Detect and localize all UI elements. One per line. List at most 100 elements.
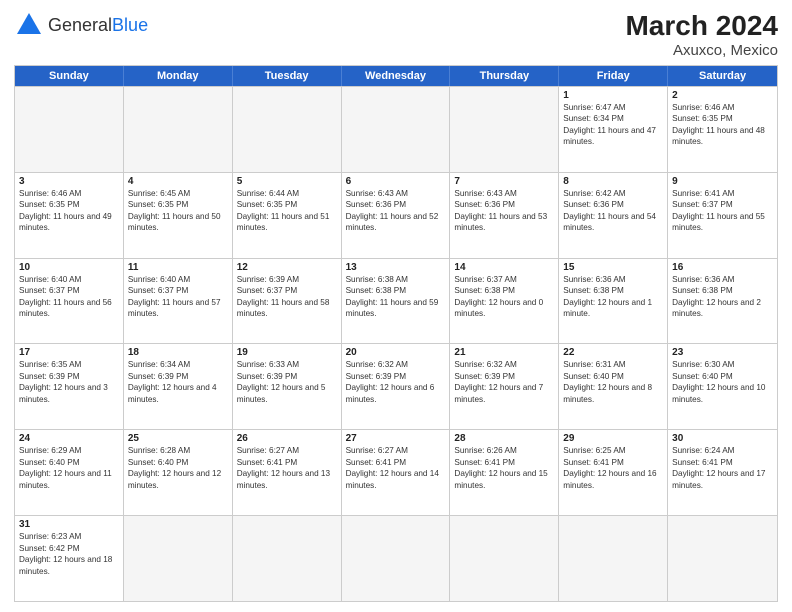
calendar-header-cell: Wednesday (342, 66, 451, 86)
calendar-cell: 27Sunrise: 6:27 AMSunset: 6:41 PMDayligh… (342, 430, 451, 515)
day-number: 11 (128, 262, 228, 273)
day-number: 9 (672, 176, 773, 187)
calendar-cell: 30Sunrise: 6:24 AMSunset: 6:41 PMDayligh… (668, 430, 777, 515)
sun-info: Sunrise: 6:33 AMSunset: 6:39 PMDaylight:… (237, 359, 337, 405)
day-number: 14 (454, 262, 554, 273)
day-number: 28 (454, 433, 554, 444)
sun-info: Sunrise: 6:40 AMSunset: 6:37 PMDaylight:… (19, 274, 119, 320)
calendar-header-cell: Thursday (450, 66, 559, 86)
sun-info: Sunrise: 6:28 AMSunset: 6:40 PMDaylight:… (128, 445, 228, 491)
calendar-cell (668, 516, 777, 601)
sun-info: Sunrise: 6:46 AMSunset: 6:35 PMDaylight:… (672, 102, 773, 148)
sun-info: Sunrise: 6:46 AMSunset: 6:35 PMDaylight:… (19, 188, 119, 234)
sun-info: Sunrise: 6:43 AMSunset: 6:36 PMDaylight:… (454, 188, 554, 234)
sun-info: Sunrise: 6:47 AMSunset: 6:34 PMDaylight:… (563, 102, 663, 148)
day-number: 20 (346, 347, 446, 358)
logo: GeneralBlue (14, 10, 148, 40)
day-number: 25 (128, 433, 228, 444)
day-number: 3 (19, 176, 119, 187)
calendar-cell (450, 516, 559, 601)
calendar-cell: 28Sunrise: 6:26 AMSunset: 6:41 PMDayligh… (450, 430, 559, 515)
sun-info: Sunrise: 6:27 AMSunset: 6:41 PMDaylight:… (346, 445, 446, 491)
calendar-cell: 9Sunrise: 6:41 AMSunset: 6:37 PMDaylight… (668, 173, 777, 258)
calendar-cell: 26Sunrise: 6:27 AMSunset: 6:41 PMDayligh… (233, 430, 342, 515)
sun-info: Sunrise: 6:27 AMSunset: 6:41 PMDaylight:… (237, 445, 337, 491)
day-number: 17 (19, 347, 119, 358)
calendar-body: 1Sunrise: 6:47 AMSunset: 6:34 PMDaylight… (15, 86, 777, 601)
sun-info: Sunrise: 6:44 AMSunset: 6:35 PMDaylight:… (237, 188, 337, 234)
calendar-row: 3Sunrise: 6:46 AMSunset: 6:35 PMDaylight… (15, 172, 777, 258)
day-number: 29 (563, 433, 663, 444)
calendar-cell: 16Sunrise: 6:36 AMSunset: 6:38 PMDayligh… (668, 259, 777, 344)
day-number: 16 (672, 262, 773, 273)
calendar-row: 31Sunrise: 6:23 AMSunset: 6:42 PMDayligh… (15, 515, 777, 601)
sun-info: Sunrise: 6:32 AMSunset: 6:39 PMDaylight:… (454, 359, 554, 405)
sun-info: Sunrise: 6:31 AMSunset: 6:40 PMDaylight:… (563, 359, 663, 405)
sun-info: Sunrise: 6:37 AMSunset: 6:38 PMDaylight:… (454, 274, 554, 320)
sun-info: Sunrise: 6:29 AMSunset: 6:40 PMDaylight:… (19, 445, 119, 491)
calendar-cell: 25Sunrise: 6:28 AMSunset: 6:40 PMDayligh… (124, 430, 233, 515)
calendar-cell (124, 516, 233, 601)
calendar-row: 24Sunrise: 6:29 AMSunset: 6:40 PMDayligh… (15, 429, 777, 515)
day-number: 23 (672, 347, 773, 358)
day-number: 13 (346, 262, 446, 273)
calendar-cell: 1Sunrise: 6:47 AMSunset: 6:34 PMDaylight… (559, 87, 668, 172)
day-number: 24 (19, 433, 119, 444)
sun-info: Sunrise: 6:45 AMSunset: 6:35 PMDaylight:… (128, 188, 228, 234)
calendar-header-cell: Saturday (668, 66, 777, 86)
day-number: 27 (346, 433, 446, 444)
day-number: 8 (563, 176, 663, 187)
calendar-row: 10Sunrise: 6:40 AMSunset: 6:37 PMDayligh… (15, 258, 777, 344)
calendar-header-cell: Monday (124, 66, 233, 86)
logo-blue: Blue (112, 15, 148, 35)
sun-info: Sunrise: 6:38 AMSunset: 6:38 PMDaylight:… (346, 274, 446, 320)
title-block: March 2024 Axuxco, Mexico (625, 10, 778, 59)
day-number: 7 (454, 176, 554, 187)
calendar-cell: 20Sunrise: 6:32 AMSunset: 6:39 PMDayligh… (342, 344, 451, 429)
calendar-cell: 2Sunrise: 6:46 AMSunset: 6:35 PMDaylight… (668, 87, 777, 172)
calendar-cell: 24Sunrise: 6:29 AMSunset: 6:40 PMDayligh… (15, 430, 124, 515)
day-number: 22 (563, 347, 663, 358)
sun-info: Sunrise: 6:42 AMSunset: 6:36 PMDaylight:… (563, 188, 663, 234)
calendar-cell: 18Sunrise: 6:34 AMSunset: 6:39 PMDayligh… (124, 344, 233, 429)
calendar-cell: 29Sunrise: 6:25 AMSunset: 6:41 PMDayligh… (559, 430, 668, 515)
sun-info: Sunrise: 6:23 AMSunset: 6:42 PMDaylight:… (19, 531, 119, 577)
sun-info: Sunrise: 6:30 AMSunset: 6:40 PMDaylight:… (672, 359, 773, 405)
calendar-cell: 12Sunrise: 6:39 AMSunset: 6:37 PMDayligh… (233, 259, 342, 344)
day-number: 2 (672, 90, 773, 101)
calendar-cell: 31Sunrise: 6:23 AMSunset: 6:42 PMDayligh… (15, 516, 124, 601)
calendar-cell: 19Sunrise: 6:33 AMSunset: 6:39 PMDayligh… (233, 344, 342, 429)
sun-info: Sunrise: 6:41 AMSunset: 6:37 PMDaylight:… (672, 188, 773, 234)
logo-wordmark: GeneralBlue (48, 16, 148, 34)
calendar-cell: 21Sunrise: 6:32 AMSunset: 6:39 PMDayligh… (450, 344, 559, 429)
calendar-header-row: SundayMondayTuesdayWednesdayThursdayFrid… (15, 66, 777, 86)
calendar-cell (342, 516, 451, 601)
day-number: 15 (563, 262, 663, 273)
day-number: 30 (672, 433, 773, 444)
calendar-header-cell: Tuesday (233, 66, 342, 86)
calendar-cell (342, 87, 451, 172)
calendar-cell: 23Sunrise: 6:30 AMSunset: 6:40 PMDayligh… (668, 344, 777, 429)
calendar-cell (15, 87, 124, 172)
day-number: 21 (454, 347, 554, 358)
calendar-row: 1Sunrise: 6:47 AMSunset: 6:34 PMDaylight… (15, 86, 777, 172)
day-number: 12 (237, 262, 337, 273)
sun-info: Sunrise: 6:36 AMSunset: 6:38 PMDaylight:… (563, 274, 663, 320)
sun-info: Sunrise: 6:40 AMSunset: 6:37 PMDaylight:… (128, 274, 228, 320)
day-number: 31 (19, 519, 119, 530)
calendar-cell (124, 87, 233, 172)
day-number: 18 (128, 347, 228, 358)
sun-info: Sunrise: 6:34 AMSunset: 6:39 PMDaylight:… (128, 359, 228, 405)
calendar-subtitle: Axuxco, Mexico (625, 42, 778, 59)
calendar-cell (233, 87, 342, 172)
day-number: 19 (237, 347, 337, 358)
calendar-cell: 17Sunrise: 6:35 AMSunset: 6:39 PMDayligh… (15, 344, 124, 429)
sun-info: Sunrise: 6:39 AMSunset: 6:37 PMDaylight:… (237, 274, 337, 320)
calendar-row: 17Sunrise: 6:35 AMSunset: 6:39 PMDayligh… (15, 343, 777, 429)
sun-info: Sunrise: 6:35 AMSunset: 6:39 PMDaylight:… (19, 359, 119, 405)
calendar-header-cell: Friday (559, 66, 668, 86)
calendar-cell: 8Sunrise: 6:42 AMSunset: 6:36 PMDaylight… (559, 173, 668, 258)
page: GeneralBlue March 2024 Axuxco, Mexico Su… (0, 0, 792, 612)
sun-info: Sunrise: 6:32 AMSunset: 6:39 PMDaylight:… (346, 359, 446, 405)
day-number: 10 (19, 262, 119, 273)
